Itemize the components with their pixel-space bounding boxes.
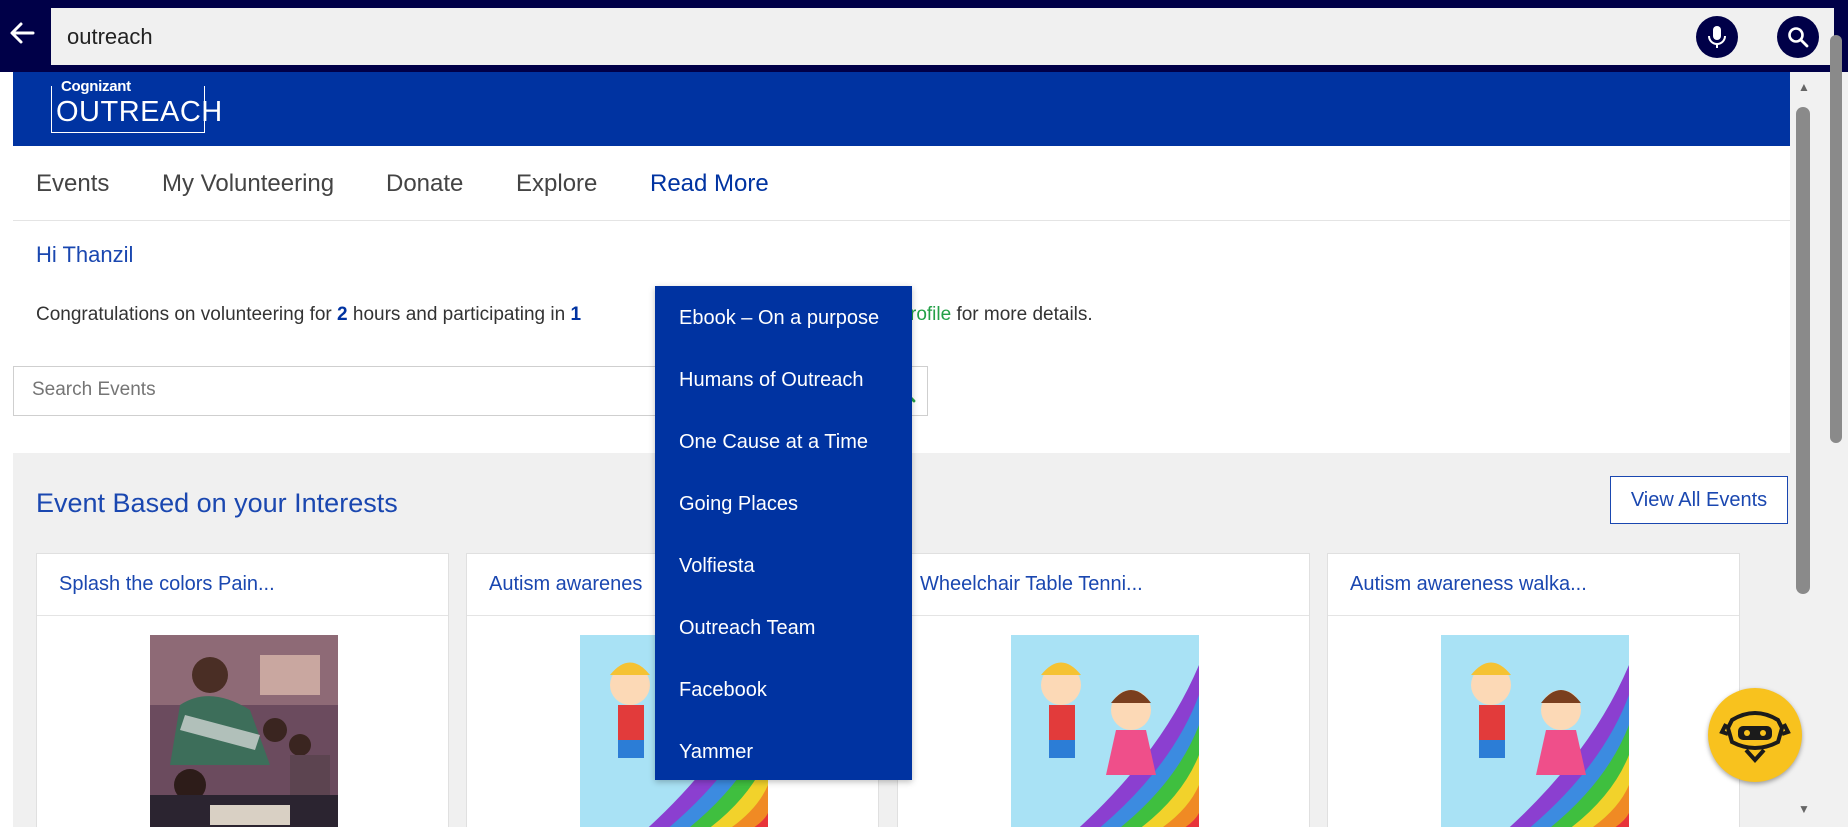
scrollbar-thumb[interactable]: [1796, 107, 1810, 594]
menu-item-facebook[interactable]: Facebook: [679, 679, 767, 702]
voice-search-button[interactable]: [1696, 16, 1738, 58]
scroll-up-arrow[interactable]: ▲: [1794, 80, 1814, 96]
nav-events[interactable]: Events: [36, 170, 109, 198]
classroom-photo[interactable]: [150, 635, 338, 827]
chatbot-icon: [1719, 711, 1791, 763]
search-button[interactable]: [1777, 16, 1819, 58]
menu-item-humans-of-outreach[interactable]: Humans of Outreach: [679, 369, 864, 392]
microphone-icon: [1708, 26, 1726, 48]
events-count: 1: [570, 304, 582, 325]
arrow-left-icon: [10, 22, 35, 44]
kids-rainbow-illustration[interactable]: [1441, 635, 1629, 827]
menu-item-ebook[interactable]: Ebook – On a purpose: [679, 307, 879, 330]
event-card-title[interactable]: Wheelchair Table Tenni...: [920, 573, 1143, 596]
event-card[interactable]: Autism awareness walka...: [1327, 553, 1740, 827]
event-card-title[interactable]: Splash the colors Pain...: [59, 573, 275, 596]
menu-item-outreach-team[interactable]: Outreach Team: [679, 617, 815, 640]
menu-item-one-cause[interactable]: One Cause at a Time: [679, 431, 868, 454]
volunteer-summary: Congratulations on volunteering for 2 ho…: [36, 304, 1093, 326]
event-card[interactable]: Wheelchair Table Tenni...: [897, 553, 1310, 827]
menu-item-yammer[interactable]: Yammer: [679, 741, 753, 764]
search-icon: [1788, 27, 1809, 48]
address-search-field: [51, 8, 1834, 65]
view-all-events-button[interactable]: View All Events: [1610, 476, 1788, 524]
nav-read-more[interactable]: Read More: [650, 170, 769, 198]
section-title: Event Based on your Interests: [36, 488, 398, 518]
summary-text: hours and participating in: [347, 304, 571, 325]
event-card-title[interactable]: Autism awareness walka...: [1350, 573, 1587, 596]
nav-my-volunteering[interactable]: My Volunteering: [162, 170, 334, 198]
scroll-down-arrow[interactable]: ▼: [1794, 802, 1814, 818]
event-card[interactable]: Splash the colors Pain...: [36, 553, 449, 827]
outreach-page: Cognizant OUTREACH Events My Volunteerin…: [13, 72, 1790, 827]
summary-text: for more details.: [951, 304, 1093, 325]
nav-explore[interactable]: Explore: [516, 170, 597, 198]
back-button[interactable]: [8, 19, 36, 47]
logo-company: Cognizant: [61, 78, 131, 95]
divider: [1328, 615, 1739, 616]
brand-header: Cognizant OUTREACH: [13, 72, 1790, 146]
browser-search-bar: [0, 0, 1848, 72]
hours-count: 2: [337, 304, 348, 325]
menu-item-going-places[interactable]: Going Places: [679, 493, 798, 516]
greeting: Hi Thanzil: [36, 242, 134, 267]
kids-rainbow-illustration[interactable]: [1011, 635, 1199, 827]
main-nav: Events My Volunteering Donate Explore Re…: [13, 146, 1790, 221]
divider: [898, 615, 1309, 616]
address-search-input[interactable]: [51, 8, 1683, 65]
event-card-title[interactable]: Autism awarenes: [489, 573, 642, 596]
divider: [37, 615, 448, 616]
summary-text: Congratulations on volunteering for: [36, 304, 338, 325]
read-more-dropdown: Ebook – On a purpose Humans of Outreach …: [655, 286, 912, 780]
menu-item-volfiesta[interactable]: Volfiesta: [679, 555, 755, 578]
nav-donate[interactable]: Donate: [386, 170, 463, 198]
outer-scrollbar-thumb[interactable]: [1830, 35, 1842, 443]
chatbot-button[interactable]: [1708, 688, 1802, 782]
logo-title[interactable]: OUTREACH: [56, 96, 223, 129]
